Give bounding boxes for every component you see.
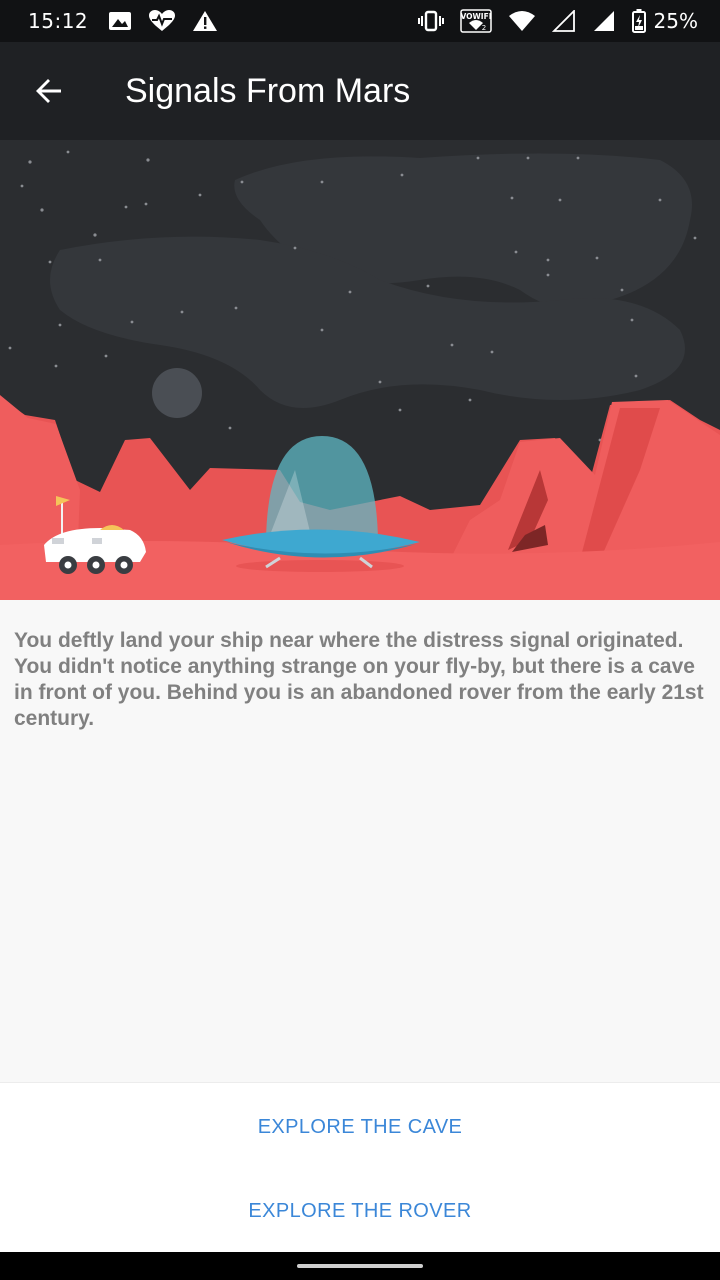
story-text: You deftly land your ship near where the… <box>14 629 704 730</box>
status-bar: 15:12 VOWIFI 2 25% <box>0 0 720 42</box>
gallery-icon <box>108 10 132 32</box>
vowifi-label: VOWIFI <box>460 12 491 21</box>
story-panel: You deftly land your ship near where the… <box>0 600 720 1082</box>
mars-landscape-illustration <box>0 140 720 600</box>
back-button[interactable] <box>21 63 77 119</box>
vowifi-icon: VOWIFI 2 <box>459 9 492 33</box>
choice-actions: EXPLORE THE CAVE EXPLORE THE ROVER <box>0 1082 720 1252</box>
hero-illustration <box>0 140 720 600</box>
status-left: 15:12 <box>28 9 218 33</box>
explore-cave-button[interactable]: EXPLORE THE CAVE <box>0 1085 720 1169</box>
explore-rover-button[interactable]: EXPLORE THE ROVER <box>0 1169 720 1253</box>
vowifi-sub: 2 <box>481 24 485 32</box>
wifi-icon <box>508 10 536 32</box>
vibrate-icon <box>417 10 444 32</box>
navigation-bar <box>0 1252 720 1280</box>
signal-full-icon <box>592 10 616 32</box>
page-title: Signals From Mars <box>125 71 411 110</box>
ground-base <box>0 570 720 600</box>
moon <box>152 368 202 418</box>
arrow-back-icon <box>36 79 61 103</box>
warning-icon <box>192 10 218 32</box>
heart-monitor-icon <box>148 9 176 33</box>
battery-charging-icon <box>631 9 646 33</box>
status-time: 15:12 <box>28 9 89 33</box>
status-right: VOWIFI 2 25% <box>417 9 698 33</box>
battery-percent: 25% <box>653 9 698 33</box>
home-gesture-pill[interactable] <box>297 1264 423 1268</box>
app-bar: Signals From Mars <box>0 42 720 140</box>
signal-empty-icon <box>551 10 576 32</box>
